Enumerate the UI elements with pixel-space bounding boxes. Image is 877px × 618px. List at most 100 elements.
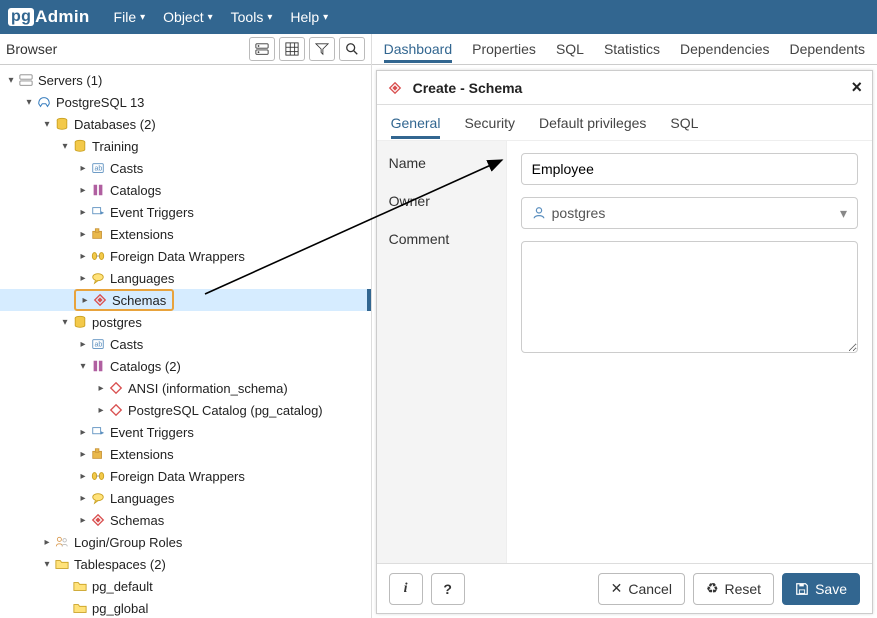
save-icon (795, 582, 809, 596)
help-button[interactable]: ? (431, 573, 465, 605)
language-icon (90, 270, 106, 286)
menu-file[interactable]: File▾ (114, 9, 146, 25)
chevron-right-icon[interactable]: ▸ (76, 163, 90, 174)
close-button[interactable]: × (851, 77, 862, 98)
cancel-button[interactable]: ✕Cancel (598, 573, 685, 605)
tree-node-postgresql13[interactable]: ▾PostgreSQL 13 (0, 91, 371, 113)
tree-node-languages[interactable]: ▸Languages (0, 267, 371, 289)
tab-statistics[interactable]: Statistics (604, 35, 660, 63)
tree-node-tablespaces[interactable]: ▾Tablespaces (2) (0, 553, 371, 575)
tree-node-training[interactable]: ▾Training (0, 135, 371, 157)
tree-node-pg-global[interactable]: ▸pg_global (0, 597, 371, 618)
chevron-right-icon[interactable]: ▸ (94, 383, 108, 394)
fdw-icon (90, 248, 106, 264)
chevron-right-icon[interactable]: ▸ (76, 515, 90, 526)
schema-icon (90, 512, 106, 528)
tree-label: ANSI (information_schema) (128, 381, 288, 396)
tree-node-extensions2[interactable]: ▸Extensions (0, 443, 371, 465)
chevron-right-icon[interactable]: ▸ (76, 251, 90, 262)
browser-header: Browser (0, 34, 371, 65)
tab-properties[interactable]: Properties (472, 35, 536, 63)
menu-object[interactable]: Object▾ (163, 9, 213, 25)
chevron-down-icon[interactable]: ▾ (76, 361, 90, 372)
server-stack-icon (255, 42, 269, 56)
tree-node-casts2[interactable]: ▸abCasts (0, 333, 371, 355)
dialog-tab-general[interactable]: General (391, 107, 441, 139)
tree-node-schemas-selected[interactable]: ▸ Schemas (0, 289, 371, 311)
chevron-down-icon[interactable]: ▾ (4, 75, 18, 86)
tool-grid-button[interactable] (279, 37, 305, 61)
comment-textarea[interactable] (521, 241, 858, 353)
tree-node-postgres-db[interactable]: ▾postgres (0, 311, 371, 333)
chevron-right-icon[interactable]: ▸ (76, 471, 90, 482)
chevron-right-icon[interactable]: ▸ (94, 405, 108, 416)
tree-node-catalogs[interactable]: ▸Catalogs (0, 179, 371, 201)
owner-select[interactable]: postgres ▾ (521, 197, 858, 229)
dialog-tab-sql[interactable]: SQL (670, 107, 698, 139)
chevron-down-icon[interactable]: ▾ (58, 141, 72, 152)
dialog-footer: i ? ✕Cancel ♻Reset Save (377, 563, 872, 613)
grid-icon (285, 42, 299, 56)
tree-node-servers[interactable]: ▾Servers (1) (0, 69, 371, 91)
tree-label: Foreign Data Wrappers (110, 469, 245, 484)
tree-node-extensions[interactable]: ▸ Extensions (0, 223, 371, 245)
tab-dependents[interactable]: Dependents (789, 35, 865, 63)
tree-node-databases[interactable]: ▾ Databases (2) (0, 113, 371, 135)
dialog-tab-default-privileges[interactable]: Default privileges (539, 107, 646, 139)
menu-help[interactable]: Help▾ (290, 9, 328, 25)
tree-label: Extensions (110, 227, 174, 242)
chevron-right-icon[interactable]: ▸ (76, 207, 90, 218)
chevron-down-icon[interactable]: ▾ (40, 119, 54, 130)
tree-node-pg-default[interactable]: ▸pg_default (0, 575, 371, 597)
chevron-down-icon[interactable]: ▾ (40, 559, 54, 570)
tree-node-pgcatalog[interactable]: ▸PostgreSQL Catalog (pg_catalog) (0, 399, 371, 421)
browser-tree[interactable]: ▾Servers (1) ▾PostgreSQL 13 ▾Databases (… (0, 65, 371, 618)
menu-tools-label: Tools (231, 9, 264, 25)
tree-label: Databases (2) (74, 117, 156, 132)
logo: pgAdmin (8, 7, 90, 27)
tree-node-login-roles[interactable]: ▸Login/Group Roles (0, 531, 371, 553)
chevron-right-icon[interactable]: ▸ (76, 427, 90, 438)
chevron-right-icon[interactable]: ▸ (78, 295, 92, 306)
reset-button[interactable]: ♻Reset (693, 573, 774, 605)
info-button[interactable]: i (389, 573, 423, 605)
chevron-right-icon[interactable]: ▸ (76, 493, 90, 504)
tool-search-button[interactable] (339, 37, 365, 61)
chevron-down-icon[interactable]: ▾ (22, 97, 36, 108)
fdw-icon (90, 468, 106, 484)
menu-tools[interactable]: Tools▾ (231, 9, 273, 25)
dialog-tab-security[interactable]: Security (464, 107, 515, 139)
tree-node-event-triggers[interactable]: ▸Event Triggers (0, 201, 371, 223)
chevron-right-icon[interactable]: ▸ (40, 537, 54, 548)
tree-label: pg_default (92, 579, 153, 594)
tree-node-casts[interactable]: ▸abCasts (0, 157, 371, 179)
tree-node-catalogs2[interactable]: ▾ Catalogs (2) (0, 355, 371, 377)
tool-filter-button[interactable] (309, 37, 335, 61)
right-body: Create - Schema × General Security Defau… (372, 65, 877, 618)
folder-icon (54, 556, 70, 572)
schema-icon (92, 292, 108, 308)
tab-dependencies[interactable]: Dependencies (680, 35, 770, 63)
tree-node-languages2[interactable]: ▸Languages (0, 487, 371, 509)
tree-node-fdw[interactable]: ▸Foreign Data Wrappers (0, 245, 371, 267)
tree-node-ansi[interactable]: ▸ ANSI (information_schema) (0, 377, 371, 399)
chevron-right-icon[interactable]: ▸ (76, 339, 90, 350)
tree-node-schemas2[interactable]: ▸Schemas (0, 509, 371, 531)
tab-dashboard[interactable]: Dashboard (384, 35, 453, 63)
tab-sql[interactable]: SQL (556, 35, 584, 63)
menu-object-label: Object (163, 9, 203, 25)
tree-node-fdw2[interactable]: ▸ Foreign Data Wrappers (0, 465, 371, 487)
tool-properties-button[interactable] (249, 37, 275, 61)
name-input[interactable] (521, 153, 858, 185)
save-button[interactable]: Save (782, 573, 860, 605)
chevron-down-icon[interactable]: ▾ (58, 317, 72, 328)
tree-label: pg_global (92, 601, 148, 616)
chevron-right-icon[interactable]: ▸ (76, 273, 90, 284)
chevron-right-icon[interactable]: ▸ (76, 229, 90, 240)
folder-icon (72, 578, 88, 594)
tree-label: Catalogs (2) (110, 359, 181, 374)
chevron-right-icon[interactable]: ▸ (76, 185, 90, 196)
schema-icon (387, 80, 403, 96)
tree-node-event-triggers2[interactable]: ▸Event Triggers (0, 421, 371, 443)
chevron-right-icon[interactable]: ▸ (76, 449, 90, 460)
